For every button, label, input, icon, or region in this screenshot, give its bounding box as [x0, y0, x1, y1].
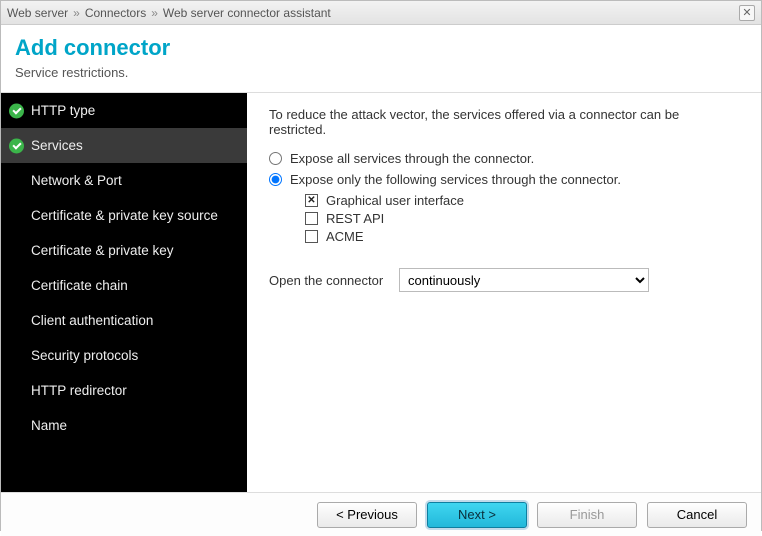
sidebar-item-cert-key-source[interactable]: Certificate & private key source [1, 198, 247, 233]
next-button[interactable]: Next > [427, 502, 527, 528]
previous-button[interactable]: < Previous [317, 502, 417, 528]
sidebar-item-sec-protocols[interactable]: Security protocols [1, 338, 247, 373]
sidebar-item-network-port[interactable]: Network & Port [1, 163, 247, 198]
checkbox-rest-label: REST API [326, 211, 384, 226]
radio-expose-only-label: Expose only the following services throu… [290, 172, 621, 187]
sidebar-item-services[interactable]: Services [1, 128, 247, 163]
checkbox-acme-row[interactable]: ACME [305, 229, 739, 244]
sidebar-item-http-redirector[interactable]: HTTP redirector [1, 373, 247, 408]
sidebar-item-label: Certificate & private key [31, 243, 174, 258]
intro-text: To reduce the attack vector, the service… [269, 107, 739, 137]
checkbox-gui[interactable] [305, 194, 318, 207]
wizard-header: Add connector Service restrictions. [1, 25, 761, 93]
page-title: Add connector [15, 35, 747, 61]
sidebar-item-label: HTTP type [31, 103, 95, 118]
sidebar-item-label: Security protocols [31, 348, 138, 363]
sidebar-item-label: Certificate chain [31, 278, 128, 293]
finish-button: Finish [537, 502, 637, 528]
checkbox-rest[interactable] [305, 212, 318, 225]
close-icon[interactable]: ✕ [739, 5, 755, 21]
sidebar-item-cert-chain[interactable]: Certificate chain [1, 268, 247, 303]
radio-expose-all-row[interactable]: Expose all services through the connecto… [269, 151, 739, 166]
checkbox-gui-row[interactable]: Graphical user interface [305, 193, 739, 208]
sidebar-item-label: Client authentication [31, 313, 153, 328]
cancel-button[interactable]: Cancel [647, 502, 747, 528]
sidebar-item-label: HTTP redirector [31, 383, 127, 398]
sidebar-item-label: Name [31, 418, 67, 433]
sidebar-item-label: Services [31, 138, 83, 153]
titlebar: Web server » Connectors » Web server con… [1, 1, 761, 25]
breadcrumb-sep: » [73, 6, 80, 20]
checkbox-gui-label: Graphical user interface [326, 193, 464, 208]
sidebar-item-cert-key[interactable]: Certificate & private key [1, 233, 247, 268]
wizard-footer: < Previous Next > Finish Cancel [1, 492, 761, 536]
sidebar-item-client-auth[interactable]: Client authentication [1, 303, 247, 338]
radio-expose-only[interactable] [269, 173, 282, 186]
breadcrumb-part-3: Web server connector assistant [163, 6, 331, 20]
sidebar-item-name[interactable]: Name [1, 408, 247, 443]
open-connector-select[interactable]: continuously [399, 268, 649, 292]
radio-expose-all-label: Expose all services through the connecto… [290, 151, 534, 166]
checkbox-rest-row[interactable]: REST API [305, 211, 739, 226]
sidebar-item-label: Network & Port [31, 173, 122, 188]
sidebar-item-label: Certificate & private key source [31, 208, 218, 223]
page-subtitle: Service restrictions. [15, 65, 747, 80]
breadcrumb-sep: » [151, 6, 158, 20]
open-connector-row: Open the connector continuously [269, 268, 739, 292]
open-connector-label: Open the connector [269, 273, 389, 288]
wizard-content: To reduce the attack vector, the service… [247, 93, 761, 492]
checkbox-acme-label: ACME [326, 229, 364, 244]
radio-expose-all[interactable] [269, 152, 282, 165]
radio-expose-only-row[interactable]: Expose only the following services throu… [269, 172, 739, 187]
sidebar-item-http-type[interactable]: HTTP type [1, 93, 247, 128]
breadcrumb-part-1: Web server [7, 6, 68, 20]
checkbox-acme[interactable] [305, 230, 318, 243]
wizard-sidebar: HTTP type Services Network & Port Certif… [1, 93, 247, 492]
services-checkbox-group: Graphical user interface REST API ACME [305, 193, 739, 244]
breadcrumb-part-2: Connectors [85, 6, 146, 20]
